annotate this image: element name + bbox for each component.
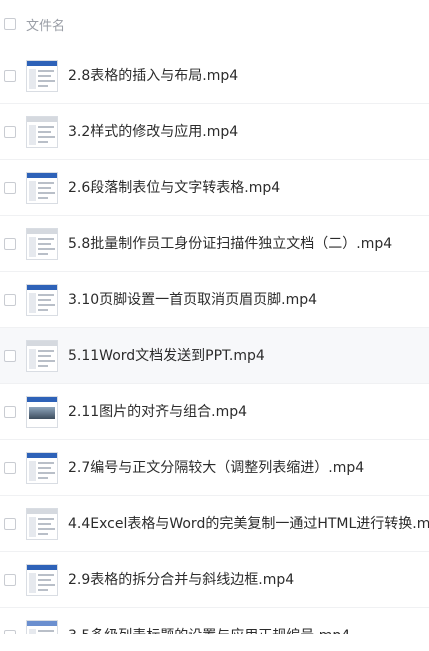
video-thumbnail-icon: [26, 60, 58, 92]
video-thumbnail-icon: [26, 284, 58, 316]
row-checkbox[interactable]: [4, 350, 16, 362]
row-checkbox[interactable]: [4, 238, 16, 250]
video-thumbnail-icon: [26, 116, 58, 148]
file-list: 文件名 2.8表格的插入与布局.mp4 3.2样式的修改与应用.mp4 2.6段…: [0, 0, 429, 634]
file-row[interactable]: 4.4Excel表格与Word的完美复制一通过HTML进行转换.mp4: [0, 496, 429, 552]
row-checkbox[interactable]: [4, 294, 16, 306]
list-header: 文件名: [0, 0, 429, 48]
video-thumbnail-icon: [26, 396, 58, 428]
row-checkbox[interactable]: [4, 70, 16, 82]
file-name[interactable]: 5.11Word文档发送到PPT.mp4: [68, 346, 265, 366]
file-row[interactable]: 2.8表格的插入与布局.mp4: [0, 48, 429, 104]
file-name[interactable]: 2.9表格的拆分合并与斜线边框.mp4: [68, 570, 294, 590]
row-checkbox[interactable]: [4, 462, 16, 474]
row-checkbox[interactable]: [4, 406, 16, 418]
row-checkbox[interactable]: [4, 574, 16, 586]
video-thumbnail-icon: [26, 228, 58, 260]
video-thumbnail-icon: [26, 620, 58, 634]
row-checkbox[interactable]: [4, 518, 16, 530]
select-all-checkbox[interactable]: [4, 18, 16, 30]
file-row[interactable]: 3.2样式的修改与应用.mp4: [0, 104, 429, 160]
file-name[interactable]: 4.4Excel表格与Word的完美复制一通过HTML进行转换.mp4: [68, 514, 429, 534]
file-name[interactable]: 5.8批量制作员工身份证扫描件独立文档（二）.mp4: [68, 234, 392, 254]
file-row[interactable]: 5.11Word文档发送到PPT.mp4: [0, 328, 429, 384]
video-thumbnail-icon: [26, 340, 58, 372]
file-name[interactable]: 2.11图片的对齐与组合.mp4: [68, 402, 247, 422]
file-name[interactable]: 3.10页脚设置一首页取消页眉页脚.mp4: [68, 290, 317, 310]
file-name[interactable]: 3.2样式的修改与应用.mp4: [68, 122, 238, 142]
file-name[interactable]: 2.7编号与正文分隔较大（调整列表缩进）.mp4: [68, 458, 364, 478]
row-checkbox[interactable]: [4, 126, 16, 138]
filename-column-header[interactable]: 文件名: [26, 15, 65, 34]
file-name[interactable]: 3.5多级列表标题的设置与应用正规编号.mp4: [68, 626, 350, 634]
file-row[interactable]: 5.8批量制作员工身份证扫描件独立文档（二）.mp4: [0, 216, 429, 272]
file-name[interactable]: 2.8表格的插入与布局.mp4: [68, 66, 238, 86]
file-row[interactable]: 2.7编号与正文分隔较大（调整列表缩进）.mp4: [0, 440, 429, 496]
video-thumbnail-icon: [26, 172, 58, 204]
file-row[interactable]: 3.10页脚设置一首页取消页眉页脚.mp4: [0, 272, 429, 328]
row-checkbox[interactable]: [4, 182, 16, 194]
video-thumbnail-icon: [26, 564, 58, 596]
file-row[interactable]: 2.11图片的对齐与组合.mp4: [0, 384, 429, 440]
video-thumbnail-icon: [26, 452, 58, 484]
row-checkbox[interactable]: [4, 630, 16, 634]
file-name[interactable]: 2.6段落制表位与文字转表格.mp4: [68, 178, 280, 198]
file-row[interactable]: 2.6段落制表位与文字转表格.mp4: [0, 160, 429, 216]
file-row[interactable]: 2.9表格的拆分合并与斜线边框.mp4: [0, 552, 429, 608]
video-thumbnail-icon: [26, 508, 58, 540]
file-row[interactable]: 3.5多级列表标题的设置与应用正规编号.mp4: [0, 608, 429, 634]
